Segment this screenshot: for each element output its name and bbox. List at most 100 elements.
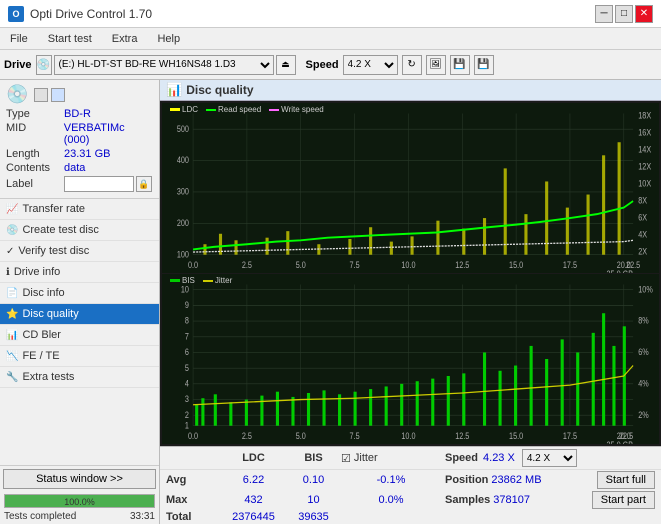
nav-create-test-disc[interactable]: 💿 Create test disc bbox=[0, 220, 159, 241]
bis-avg: 0.10 bbox=[286, 474, 341, 486]
disc-action-1[interactable] bbox=[34, 88, 48, 102]
drive-info-icon: ℹ bbox=[6, 267, 10, 278]
svg-text:5: 5 bbox=[185, 363, 189, 373]
svg-text:8X: 8X bbox=[638, 196, 647, 206]
bis-total: 39635 bbox=[286, 511, 341, 523]
ldc-avg: 6.22 bbox=[221, 474, 286, 486]
position-group: Position 23862 MB bbox=[445, 474, 542, 486]
status-text: Tests completed bbox=[4, 511, 76, 522]
ldc-legend-label: LDC bbox=[182, 105, 198, 114]
chart-header: 📊 Disc quality bbox=[160, 80, 661, 101]
svg-text:1: 1 bbox=[185, 421, 189, 431]
disc-contents-label: Contents bbox=[6, 162, 64, 174]
write-legend-label: Write speed bbox=[281, 105, 324, 114]
position-value: 23862 MB bbox=[491, 474, 541, 486]
left-panel: 💿 Type BD-R MID VERBATIMc (000) Length bbox=[0, 80, 160, 524]
nav-disc-quality[interactable]: ⭐ Disc quality bbox=[0, 304, 159, 325]
start-part-button[interactable]: Start part bbox=[592, 491, 655, 509]
ldc-legend-color bbox=[170, 108, 180, 111]
bottom-chart-legend: BIS Jitter bbox=[170, 276, 232, 285]
disc-label-row: Label 🔒 bbox=[6, 176, 153, 192]
nav-extra-tests[interactable]: 🔧 Extra tests bbox=[0, 367, 159, 388]
nav-fe-te[interactable]: 📉 FE / TE bbox=[0, 346, 159, 367]
minimize-button[interactable]: ─ bbox=[595, 5, 613, 23]
svg-text:12.5: 12.5 bbox=[455, 431, 469, 441]
svg-text:5.0: 5.0 bbox=[296, 431, 306, 441]
avg-row: Avg 6.22 0.10 -0.1% Position 23862 MB St… bbox=[160, 470, 661, 490]
status-window-button[interactable]: Status window >> bbox=[3, 469, 156, 489]
disc-mid-row: MID VERBATIMc (000) bbox=[6, 122, 153, 146]
samples-value: 378107 bbox=[493, 494, 530, 506]
bottom-chart: BIS Jitter bbox=[162, 274, 659, 444]
svg-text:10.0: 10.0 bbox=[401, 431, 415, 441]
svg-text:7.5: 7.5 bbox=[350, 260, 360, 270]
nav-section: 📈 Transfer rate 💿 Create test disc ✓ Ver… bbox=[0, 199, 159, 465]
disc-length-row: Length 23.31 GB bbox=[6, 148, 153, 160]
disc-length-label: Length bbox=[6, 148, 64, 160]
svg-text:16X: 16X bbox=[638, 128, 651, 138]
svg-text:8%: 8% bbox=[638, 316, 649, 326]
progress-label: 100.0% bbox=[64, 495, 95, 509]
svg-text:4: 4 bbox=[185, 379, 189, 389]
svg-text:400: 400 bbox=[177, 155, 189, 165]
menu-extra[interactable]: Extra bbox=[106, 31, 144, 47]
disc-contents-row: Contents data bbox=[6, 162, 153, 174]
bis-legend: BIS bbox=[170, 276, 195, 285]
drive-eject-button[interactable]: ⏏ bbox=[276, 55, 296, 75]
svg-text:14X: 14X bbox=[638, 145, 651, 155]
nav-disc-info[interactable]: 📄 Disc info bbox=[0, 283, 159, 304]
maximize-button[interactable]: □ bbox=[615, 5, 633, 23]
ldc-col-header: LDC bbox=[221, 452, 286, 464]
jitter-col-header: ☑ Jitter bbox=[341, 452, 441, 465]
drive-select[interactable]: (E:) HL-DT-ST BD-RE WH16NS48 1.D3 bbox=[54, 55, 274, 75]
samples-label: Samples bbox=[445, 494, 490, 506]
nav-cd-bler[interactable]: 📊 CD Bler bbox=[0, 325, 159, 346]
total-label: Total bbox=[166, 511, 221, 523]
svg-text:7: 7 bbox=[185, 332, 189, 342]
bis-max: 10 bbox=[286, 494, 341, 506]
disc-label-input[interactable] bbox=[64, 176, 134, 192]
top-chart-legend: LDC Read speed Write speed bbox=[170, 105, 324, 114]
svg-text:0.0: 0.0 bbox=[188, 260, 198, 270]
nav-transfer-rate[interactable]: 📈 Transfer rate bbox=[0, 199, 159, 220]
create-test-disc-icon: 💿 bbox=[6, 225, 18, 236]
speed-display-select[interactable]: 4.2 X bbox=[522, 449, 577, 467]
speed-select[interactable]: 4.2 X bbox=[343, 55, 398, 75]
save-icon[interactable]: 💾 bbox=[474, 55, 494, 75]
disc-length-value: 23.31 GB bbox=[64, 148, 110, 160]
disc-label-save-button[interactable]: 🔒 bbox=[136, 176, 152, 192]
svg-text:5.0: 5.0 bbox=[296, 260, 306, 270]
disc-type-row: Type BD-R bbox=[6, 108, 153, 120]
menu-file[interactable]: File bbox=[4, 31, 34, 47]
start-full-button[interactable]: Start full bbox=[597, 471, 655, 489]
svg-text:2.5: 2.5 bbox=[242, 260, 252, 270]
bis-legend-label: BIS bbox=[182, 276, 195, 285]
titlebar: O Opti Drive Control 1.70 ─ □ ✕ bbox=[0, 0, 661, 28]
svg-text:17.5: 17.5 bbox=[563, 431, 577, 441]
app-title: Opti Drive Control 1.70 bbox=[30, 7, 152, 21]
svg-text:4%: 4% bbox=[638, 379, 649, 389]
svg-text:25.0 GB: 25.0 GB bbox=[607, 269, 634, 273]
svg-text:10: 10 bbox=[181, 285, 189, 295]
jitter-checkbox[interactable]: ☑ bbox=[341, 452, 351, 465]
close-button[interactable]: ✕ bbox=[635, 5, 653, 23]
menubar: File Start test Extra Help bbox=[0, 28, 661, 50]
menu-start-test[interactable]: Start test bbox=[42, 31, 98, 47]
disc-type-label: Type bbox=[6, 108, 64, 120]
svg-text:2%: 2% bbox=[638, 410, 649, 420]
read-legend-color bbox=[206, 109, 216, 111]
speed-stat-header: Speed bbox=[445, 452, 478, 464]
svg-text:9: 9 bbox=[185, 300, 189, 310]
nav-drive-info[interactable]: ℹ Drive info bbox=[0, 262, 159, 283]
nav-verify-test-disc[interactable]: ✓ Verify test disc bbox=[0, 241, 159, 262]
menu-help[interactable]: Help bbox=[151, 31, 186, 47]
disc-action-2[interactable] bbox=[51, 88, 65, 102]
stats-header-row: LDC BIS ☑ Jitter Speed 4.23 X 4.2 X bbox=[160, 447, 661, 470]
right-panel: 📊 Disc quality LDC bbox=[160, 80, 661, 524]
speed-refresh-icon[interactable]: ↻ bbox=[402, 55, 422, 75]
ldc-total: 2376445 bbox=[221, 511, 286, 523]
read-legend-label: Read speed bbox=[218, 105, 261, 114]
drive-toolbar: Drive 💿 (E:) HL-DT-ST BD-RE WH16NS48 1.D… bbox=[0, 50, 661, 80]
svg-text:6: 6 bbox=[185, 347, 189, 357]
disc-mid-value: VERBATIMc (000) bbox=[64, 122, 153, 146]
